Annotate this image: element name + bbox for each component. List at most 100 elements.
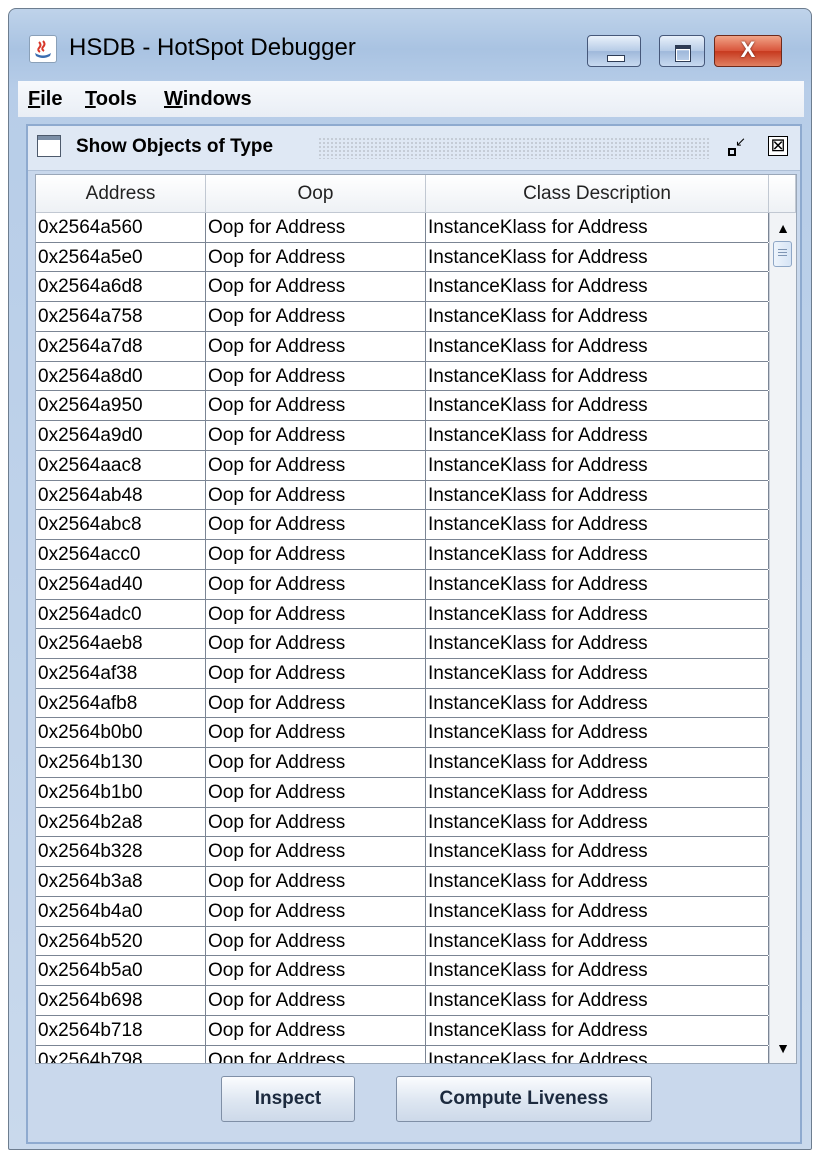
cell-address[interactable]: 0x2564ad40 [36,569,206,599]
menu-tools[interactable]: Tools [85,88,137,111]
cell-oop[interactable]: Oop for Address [206,837,426,867]
cell-class-description[interactable]: InstanceKlass for Address [426,421,769,450]
scroll-thumb[interactable] [773,241,792,267]
menu-file[interactable]: File [28,88,62,111]
table-row[interactable]: 0x2564aeb8 Oop for Address InstanceKlass f… [36,629,769,660]
table-row[interactable]: 0x2564ab48 Oop for Address InstanceKlass f… [36,480,769,511]
cell-class-description[interactable]: InstanceKlass for Address [426,926,769,956]
cell-class-description[interactable]: InstanceKlass for Address [426,361,769,391]
cell-address[interactable]: 0x2564abc8 [36,510,206,540]
cell-oop[interactable]: Oop for Address [206,599,426,629]
cell-oop[interactable]: Oop for Address [206,569,426,599]
internal-frame-title-bar[interactable]: Show Objects of Type ↙ ⊠ [28,126,800,171]
cell-class-description[interactable]: InstanceKlass for Address [426,688,769,718]
cell-address[interactable]: 0x2564a7d8 [36,331,206,361]
cell-address[interactable]: 0x2564b130 [36,748,206,777]
cell-oop[interactable]: Oop for Address [206,718,426,748]
cell-address[interactable]: 0x2564a8d0 [36,361,206,391]
cell-class-description[interactable]: InstanceKlass for Address [426,213,769,242]
cell-address[interactable]: 0x2564b3a8 [36,867,206,896]
cell-class-description[interactable]: InstanceKlass for Address [426,659,769,688]
cell-class-description[interactable]: InstanceKlass for Address [426,391,769,421]
cell-oop[interactable]: Oop for Address [206,659,426,688]
table-row[interactable]: 0x2564b698 Oop for Address InstanceKlass f… [36,986,769,1016]
cell-oop[interactable]: Oop for Address [206,480,426,510]
scroll-up-arrow-icon[interactable]: ▲ [770,215,796,241]
table-row[interactable]: 0x2564b328 Oop for Address InstanceKlass f… [36,837,769,868]
cell-class-description[interactable]: InstanceKlass for Address [426,302,769,331]
table-row[interactable]: 0x2564b1b0 Oop for Address InstanceKlass f… [36,777,769,808]
cell-class-description[interactable]: InstanceKlass for Address [426,718,769,748]
cell-address[interactable]: 0x2564a950 [36,391,206,421]
table-row[interactable]: 0x2564a5e0 Oop for Address InstanceKlass f… [36,242,769,273]
table-row[interactable]: 0x2564ad40 Oop for Address InstanceKlass f… [36,569,769,600]
cell-address[interactable]: 0x2564afb8 [36,688,206,718]
table-row[interactable]: 0x2564b4a0 Oop for Address InstanceKlass f… [36,896,769,927]
cell-oop[interactable]: Oop for Address [206,540,426,569]
column-header-oop[interactable]: Oop [206,175,426,213]
cell-oop[interactable]: Oop for Address [206,629,426,659]
minimize-button[interactable] [587,35,641,67]
cell-address[interactable]: 0x2564a560 [36,213,206,242]
cell-address[interactable]: 0x2564b2a8 [36,807,206,837]
cell-class-description[interactable]: InstanceKlass for Address [426,748,769,777]
cell-oop[interactable]: Oop for Address [206,896,426,926]
table-row[interactable]: 0x2564af38 Oop for Address InstanceKlass f… [36,659,769,689]
cell-address[interactable]: 0x2564b0b0 [36,718,206,748]
cell-class-description[interactable]: InstanceKlass for Address [426,1045,769,1063]
menu-windows[interactable]: Windows [164,88,252,111]
cell-class-description[interactable]: InstanceKlass for Address [426,867,769,896]
cell-address[interactable]: 0x2564a758 [36,302,206,331]
cell-class-description[interactable]: InstanceKlass for Address [426,956,769,986]
table-row[interactable]: 0x2564adc0 Oop for Address InstanceKlass f… [36,599,769,630]
cell-oop[interactable]: Oop for Address [206,748,426,777]
cell-oop[interactable]: Oop for Address [206,213,426,242]
cell-oop[interactable]: Oop for Address [206,926,426,956]
cell-oop[interactable]: Oop for Address [206,1045,426,1063]
close-button[interactable]: X [714,35,782,67]
table-row[interactable]: 0x2564b130 Oop for Address InstanceKlass f… [36,748,769,778]
cell-class-description[interactable]: InstanceKlass for Address [426,331,769,361]
cell-oop[interactable]: Oop for Address [206,777,426,807]
cell-address[interactable]: 0x2564aeb8 [36,629,206,659]
cell-class-description[interactable]: InstanceKlass for Address [426,807,769,837]
cell-oop[interactable]: Oop for Address [206,272,426,302]
table-row[interactable]: 0x2564a6d8 Oop for Address InstanceKlass f… [36,272,769,303]
cell-class-description[interactable]: InstanceKlass for Address [426,242,769,272]
cell-class-description[interactable]: InstanceKlass for Address [426,569,769,599]
inspect-button[interactable]: Inspect [221,1076,355,1122]
table-row[interactable]: 0x2564b798 Oop for Address InstanceKlass f… [36,1045,769,1063]
cell-class-description[interactable]: InstanceKlass for Address [426,629,769,659]
cell-class-description[interactable]: InstanceKlass for Address [426,480,769,510]
cell-oop[interactable]: Oop for Address [206,807,426,837]
cell-oop[interactable]: Oop for Address [206,302,426,331]
cell-address[interactable]: 0x2564ab48 [36,480,206,510]
cell-oop[interactable]: Oop for Address [206,986,426,1015]
table-row[interactable]: 0x2564aac8 Oop for Address InstanceKlass f… [36,450,769,481]
compute-liveness-button[interactable]: Compute Liveness [396,1076,652,1122]
cell-address[interactable]: 0x2564adc0 [36,599,206,629]
cell-class-description[interactable]: InstanceKlass for Address [426,599,769,629]
cell-oop[interactable]: Oop for Address [206,331,426,361]
scroll-down-arrow-icon[interactable]: ▼ [770,1035,796,1061]
maximize-button[interactable] [659,35,705,67]
cell-address[interactable]: 0x2564af38 [36,659,206,688]
table-row[interactable]: 0x2564b2a8 Oop for Address InstanceKlass f… [36,807,769,838]
table-row[interactable]: 0x2564acc0 Oop for Address InstanceKlass f… [36,540,769,570]
frame-close-icon[interactable]: ⊠ [768,136,788,156]
cell-oop[interactable]: Oop for Address [206,361,426,391]
iconify-icon[interactable]: ↙ [728,135,746,156]
cell-class-description[interactable]: InstanceKlass for Address [426,510,769,540]
cell-oop[interactable]: Oop for Address [206,510,426,540]
table-row[interactable]: 0x2564afb8 Oop for Address InstanceKlass f… [36,688,769,719]
cell-class-description[interactable]: InstanceKlass for Address [426,450,769,480]
cell-oop[interactable]: Oop for Address [206,242,426,272]
table-row[interactable]: 0x2564a8d0 Oop for Address InstanceKlass f… [36,361,769,392]
cell-class-description[interactable]: InstanceKlass for Address [426,837,769,867]
table-row[interactable]: 0x2564a7d8 Oop for Address InstanceKlass f… [36,331,769,362]
vertical-scrollbar[interactable]: ▲ ▼ [769,213,796,1063]
cell-class-description[interactable]: InstanceKlass for Address [426,896,769,926]
cell-address[interactable]: 0x2564a6d8 [36,272,206,302]
table-row[interactable]: 0x2564a758 Oop for Address InstanceKlass f… [36,302,769,332]
column-header-address[interactable]: Address [36,175,206,213]
